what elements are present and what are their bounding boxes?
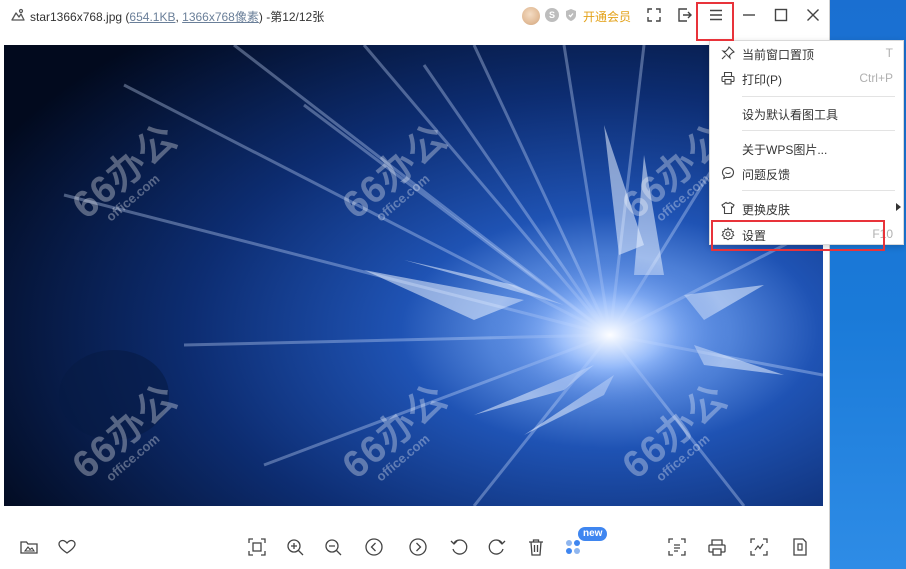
starburst-image [4, 45, 823, 506]
menu-item-settings[interactable]: 设置 F10 [710, 223, 905, 245]
open-with-button[interactable] [671, 2, 699, 28]
file-size-link[interactable]: 654.1KB [129, 10, 175, 24]
image-position: -第12/12张 [262, 10, 325, 24]
menu-separator [742, 96, 895, 97]
printer-icon [708, 539, 726, 556]
printer-icon [720, 70, 736, 86]
pin-icon [720, 45, 736, 61]
zoom-in-icon [287, 539, 304, 556]
chat-bubble-icon [720, 165, 736, 181]
vip-shield-icon [564, 8, 578, 22]
close-button[interactable] [799, 2, 827, 28]
shirt-icon [720, 200, 736, 216]
title-filename: star1366x768.jpg [30, 10, 123, 24]
menu-item-print[interactable]: 打印(P) Ctrl+P [710, 67, 905, 89]
apps-dots-icon [566, 540, 580, 554]
previous-image-button[interactable] [363, 536, 385, 558]
next-image-button[interactable] [407, 536, 429, 558]
delete-button[interactable] [525, 536, 547, 558]
fit-window-button[interactable] [246, 536, 268, 558]
main-menu-button[interactable] [702, 2, 730, 28]
menu-item-set-default[interactable]: 设为默认看图工具 [710, 102, 905, 124]
image-file-icon [10, 7, 26, 23]
print-button[interactable] [706, 536, 728, 558]
scan-icon [668, 538, 686, 556]
fullscreen-button[interactable] [640, 2, 668, 28]
rotate-left-button[interactable] [448, 536, 470, 558]
rotate-right-button[interactable] [486, 536, 508, 558]
zoom-out-button[interactable] [322, 536, 344, 558]
menu-item-shortcut: Ctrl+P [859, 71, 893, 85]
menu-separator [742, 130, 895, 131]
menu-item-label: 关于WPS图片... [742, 143, 828, 157]
favorite-button[interactable] [56, 536, 78, 558]
scan-text-button[interactable] [666, 536, 688, 558]
rotate-right-icon [488, 539, 506, 555]
maximize-icon [774, 8, 788, 22]
menu-item-label: 打印(P) [742, 73, 782, 87]
fit-to-window-icon [248, 538, 266, 556]
folder-image-icon [20, 541, 38, 554]
resolution-link[interactable]: 1366x768像素 [182, 10, 259, 24]
external-open-icon [678, 8, 692, 22]
zoom-in-button[interactable] [284, 536, 306, 558]
menu-item-change-skin[interactable]: 更换皮肤 [710, 197, 905, 219]
menu-separator [742, 190, 895, 191]
open-vip-link[interactable]: 开通会员 [583, 8, 631, 25]
document-icon [793, 538, 807, 556]
open-folder-button[interactable] [18, 536, 40, 558]
minimize-icon [743, 14, 755, 16]
window-title: star1366x768.jpg (654.1KB, 1366x768像素) -… [30, 8, 324, 25]
crop-frame-icon [750, 538, 768, 556]
rotate-left-icon [450, 539, 468, 555]
heart-icon [58, 539, 76, 554]
maximize-button[interactable] [767, 2, 795, 28]
bottom-toolbar [0, 525, 830, 569]
screenshot-button[interactable] [748, 536, 770, 558]
minimize-button[interactable] [735, 2, 763, 28]
menu-item-shortcut: F10 [872, 227, 893, 241]
chevron-right-circle-icon [409, 538, 427, 556]
fullscreen-icon [647, 8, 661, 22]
trash-icon [529, 539, 543, 556]
menu-item-pin-window[interactable]: 当前窗口置顶 T [710, 42, 905, 64]
menu-item-label: 问题反馈 [742, 168, 791, 182]
image-viewer-window: star1366x768.jpg (654.1KB, 1366x768像素) -… [0, 0, 830, 569]
menu-item-about[interactable]: 关于WPS图片... [710, 137, 905, 159]
user-avatar[interactable] [522, 7, 540, 25]
menu-item-shortcut: T [885, 46, 893, 60]
chevron-left-circle-icon [365, 538, 383, 556]
vip-s-badge: S [545, 8, 559, 22]
menu-item-label: 设置 [742, 229, 767, 243]
new-badge: new [578, 527, 608, 541]
hamburger-menu-icon [710, 9, 722, 21]
main-dropdown-menu: 当前窗口置顶 T 打印(P) Ctrl+P 设为默认看图工具 关于WPS图片..… [709, 40, 904, 245]
title-bar: star1366x768.jpg (654.1KB, 1366x768像素) -… [0, 0, 830, 30]
close-icon [807, 9, 819, 21]
gear-icon [720, 226, 736, 242]
menu-item-feedback[interactable]: 问题反馈 [710, 162, 905, 184]
menu-item-label: 当前窗口置顶 [742, 48, 815, 62]
menu-item-label: 更换皮肤 [742, 203, 791, 217]
document-button[interactable] [789, 536, 811, 558]
zoom-out-icon [325, 539, 342, 556]
submenu-arrow-icon [896, 203, 901, 211]
menu-item-label: 设为默认看图工具 [742, 108, 839, 122]
image-canvas[interactable]: 66办公 office.com 66办公 office.com 66办公 office… [4, 45, 823, 506]
